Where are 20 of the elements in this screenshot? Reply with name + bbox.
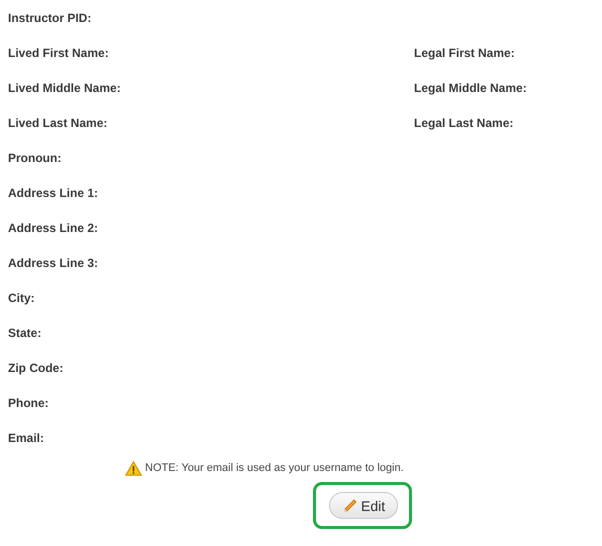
field-label: Address Line 3: [8, 256, 100, 270]
field-label: Pronoun: [8, 150, 62, 164]
field-label: Lived First Name: [8, 46, 110, 60]
field-label: Legal Last Name: [414, 116, 514, 130]
field-label: Zip Code: [8, 360, 64, 374]
field-label: Address Line 1: [8, 186, 100, 200]
field-label: City: [8, 290, 36, 304]
field-label: Email: [8, 430, 46, 444]
edit-button[interactable]: Edit [329, 492, 398, 519]
field-label: State: [8, 326, 42, 340]
warning-icon [125, 460, 142, 476]
field-label: Lived Middle Name: [8, 80, 122, 94]
field-label: Lived Last Name: [8, 116, 108, 130]
field-label: Legal Middle Name: [414, 80, 527, 94]
field-label: Instructor PID: [8, 10, 92, 24]
note-text: NOTE: Your email is used as your username to login. [145, 462, 404, 474]
pencil-icon [342, 498, 358, 514]
field-label: Phone: [8, 396, 50, 410]
field-label: Legal First Name: [414, 46, 515, 60]
field-label: Address Line 2: [8, 220, 100, 234]
